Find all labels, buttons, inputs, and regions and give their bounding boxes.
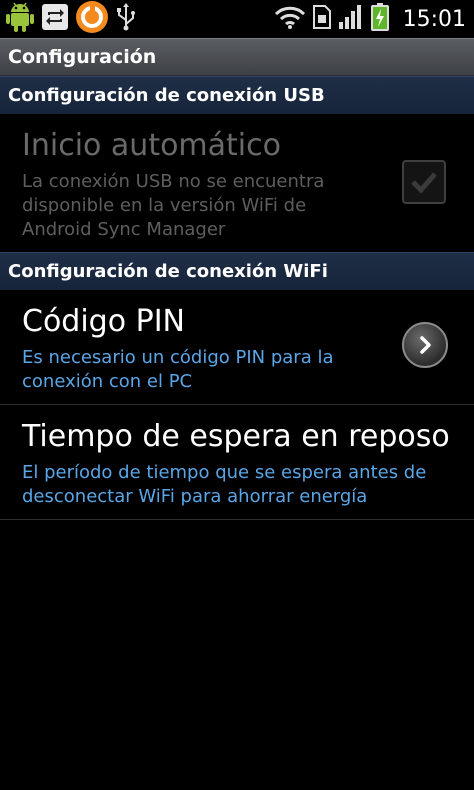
setting-sleep-timeout[interactable]: Tiempo de espera en reposo El período de… [0,405,474,519]
pin-code-summary: Es necesario un código PIN para la conex… [22,347,334,392]
divider [0,519,474,520]
signal-icon [338,5,363,33]
pin-code-title: Código PIN [22,304,185,339]
section-header-usb: Configuración de conexión USB [0,76,474,114]
auto-start-title: Inicio automático [22,128,281,163]
section-header-wifi: Configuración de conexión WiFi [0,252,474,290]
page-title: Configuración [8,46,157,68]
sync-icon [42,4,68,34]
pin-code-arrow-button[interactable] [402,322,448,368]
screen: 15:01 Configuración Configuración de con… [0,0,474,790]
sleep-timeout-summary: El período de tiempo que se espera antes… [22,462,427,507]
orange-app-icon [76,1,108,37]
title-bar: Configuración [0,38,474,76]
notification-icons [0,0,144,38]
sleep-timeout-title: Tiempo de espera en reposo [22,419,450,454]
setting-pin-code[interactable]: Código PIN Es necesario un código PIN pa… [0,290,474,404]
wifi-icon [274,5,305,33]
battery-charging-icon [370,3,389,35]
section-header-usb-label: Configuración de conexión USB [8,85,325,106]
auto-start-summary: La conexión USB no se encuentra disponib… [22,171,325,240]
chevron-right-icon [420,336,431,354]
setting-auto-start[interactable]: Inicio automático La conexión USB no se … [0,114,474,252]
android-icon [6,2,34,36]
sim-icon [312,5,331,33]
status-bar: 15:01 [0,0,474,38]
auto-start-checkbox[interactable] [402,160,446,204]
checkmark-icon [411,172,437,194]
section-header-wifi-label: Configuración de conexión WiFi [8,261,328,282]
status-clock: 15:01 [402,6,466,32]
system-icons: 15:01 [274,0,474,38]
usb-icon [116,3,136,35]
